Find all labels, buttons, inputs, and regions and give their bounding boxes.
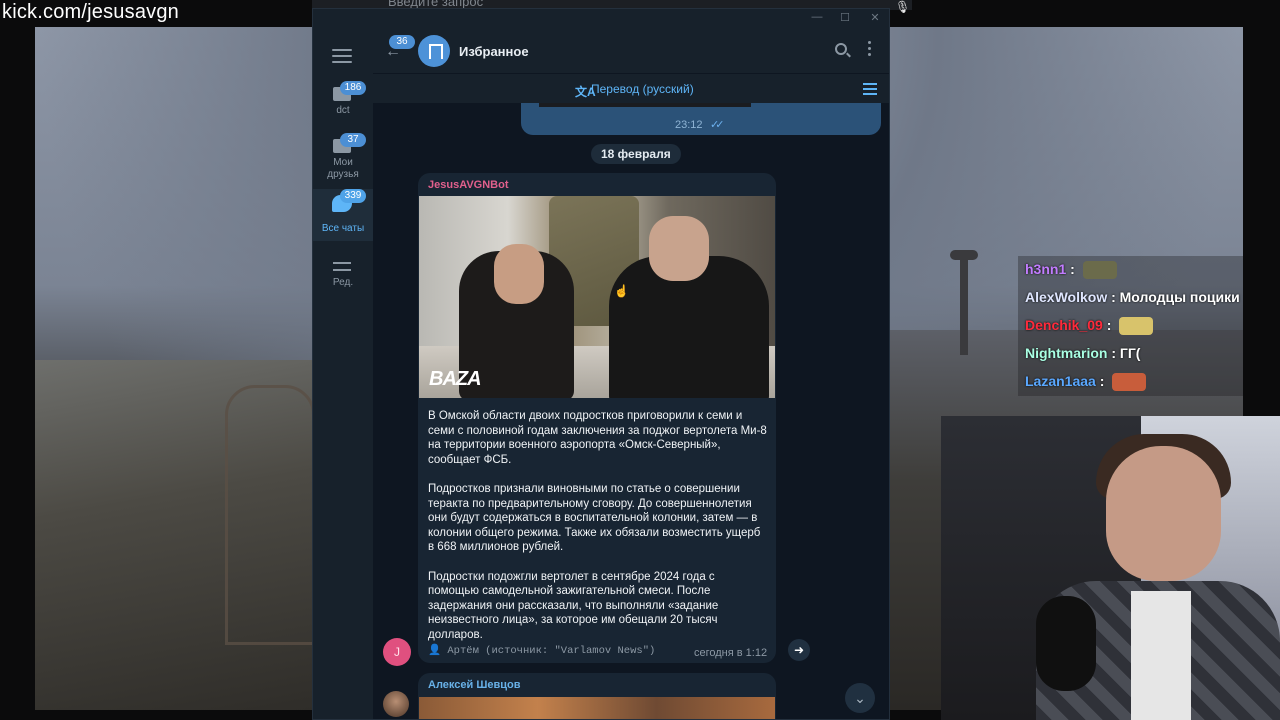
folder-label: Ред. (332, 277, 354, 288)
message-paragraph: Подростков признали виновными по статье … (428, 482, 761, 554)
messages-area[interactable]: 23:12 ✓✓ 18 февраля J JesusAVGNBot ☝ BAZ… (373, 103, 889, 719)
folder-label: Мои друзья (327, 157, 359, 180)
chat-username: Lazan1aaa (1025, 373, 1096, 389)
sender-avatar[interactable]: J (383, 638, 411, 666)
emote-icon (1119, 317, 1154, 336)
chat-text: : Молодцы поцики (1107, 289, 1240, 305)
emote-icon (1082, 261, 1117, 280)
chat-message: Nightmarion : ГГ( (1025, 345, 1140, 361)
emote-icon (1112, 373, 1147, 392)
scroll-down-icon[interactable]: ⌄ (845, 683, 875, 713)
message-photo[interactable] (419, 697, 775, 719)
chat-text: : ГГ( (1107, 345, 1141, 361)
translate-label[interactable]: Перевод (русский) (591, 82, 694, 96)
folder-edit[interactable]: Ред. (313, 253, 373, 303)
unread-badge: 339 (340, 189, 366, 203)
microphone-icon[interactable]: 🎙 (895, 0, 911, 14)
chat-header: ← 36 Избранное (373, 29, 889, 73)
message-time: 23:12 (675, 119, 703, 131)
background-tower-top (950, 250, 978, 260)
webcam-streamer-shirt (1131, 591, 1191, 720)
settings-sliders-icon[interactable] (863, 83, 877, 95)
telegram-window: — ☐ ✕ 186 dct 37 Мои друзья 339 Все чаты (312, 8, 890, 720)
folder-label: Все чаты (321, 223, 365, 234)
message-paragraph: В Омской области двоих подростков пригов… (428, 410, 767, 466)
chat-username: h3nn1 (1025, 261, 1067, 277)
message-photo[interactable]: ☝ BAZA (419, 196, 775, 398)
sliders-icon (333, 259, 351, 273)
message-signature: 👤 Артём (источник: "Varlamov News") (428, 645, 656, 657)
close-button[interactable]: ✕ (865, 11, 885, 27)
photo-blurred-face (649, 216, 709, 281)
folders-sidebar: 186 dct 37 Мои друзья 339 Все чаты Ред. (313, 29, 373, 719)
chat-username: Denchik_09 (1025, 317, 1103, 333)
forward-icon[interactable]: ➜ (788, 639, 810, 661)
maximize-button[interactable]: ☐ (835, 11, 855, 27)
stream-chat-overlay: h3nn1 : AlexWolkow : Молодцы поцики Denc… (1018, 256, 1243, 396)
message-text: В Омской области двоих подростков пригов… (428, 409, 768, 657)
hamburger-menu-icon[interactable] (332, 49, 352, 63)
window-titlebar: — ☐ ✕ (313, 9, 889, 29)
folder-label: dct (336, 105, 350, 116)
folder-all-chats[interactable]: 339 Все чаты (313, 189, 373, 241)
unread-badge: 37 (340, 133, 366, 147)
sender-name[interactable]: JesusAVGNBot (428, 179, 508, 191)
screen: kick.com/jesusavgn Введите запрос 🎙 — ☐ … (0, 0, 1280, 720)
streamer-webcam (941, 416, 1280, 720)
chat-message: AlexWolkow : Молодцы поцики (1025, 289, 1240, 305)
sender-avatar[interactable] (383, 691, 409, 717)
chat-message: Lazan1aaa : (1025, 373, 1147, 392)
chat-username: AlexWolkow (1025, 289, 1108, 305)
bookmark-icon[interactable] (418, 35, 450, 67)
stream-url-label: kick.com/jesusavgn (2, 1, 179, 23)
chat-text: : (1066, 261, 1079, 277)
sender-name[interactable]: Алексей Шевцов (428, 679, 521, 691)
search-icon[interactable] (835, 43, 847, 55)
outgoing-media-strip (539, 103, 751, 107)
chat-username: Nightmarion (1025, 345, 1108, 361)
photo-watermark-logo: BAZA (429, 368, 482, 390)
chat-message: h3nn1 : (1025, 261, 1117, 280)
folder-dct[interactable]: 186 dct (313, 81, 373, 131)
date-separator: 18 февраля (591, 144, 681, 164)
background-rollercoaster (225, 385, 315, 645)
incoming-message[interactable]: JesusAVGNBot ☝ BAZA В Омской области дво… (418, 173, 776, 663)
translate-bar[interactable]: 文A Перевод (русский) (373, 73, 889, 103)
folder-my-friends[interactable]: 37 Мои друзья (313, 133, 373, 189)
double-check-icon: ✓✓ (710, 119, 725, 131)
chat-title[interactable]: Избранное (459, 44, 529, 59)
message-time: сегодня в 1:12 (694, 647, 768, 659)
chat-message: Denchik_09 : (1025, 317, 1154, 336)
minimize-button[interactable]: — (807, 11, 827, 27)
message-paragraph: Подростки подожгли вертолет в сентябре 2… (428, 570, 719, 641)
background-tower (960, 255, 968, 355)
webcam-streamer-face (1106, 446, 1221, 581)
incoming-message[interactable]: Алексей Шевцов (418, 673, 776, 719)
back-unread-badge: 36 (389, 35, 415, 49)
chat-text: : (1102, 317, 1116, 333)
microphone-icon (1036, 596, 1096, 691)
mouse-cursor-icon: ☝ (614, 284, 629, 298)
more-vertical-icon[interactable] (868, 41, 872, 57)
photo-blurred-face (494, 244, 544, 304)
unread-badge: 186 (340, 81, 366, 95)
chat-text: : (1095, 373, 1109, 389)
